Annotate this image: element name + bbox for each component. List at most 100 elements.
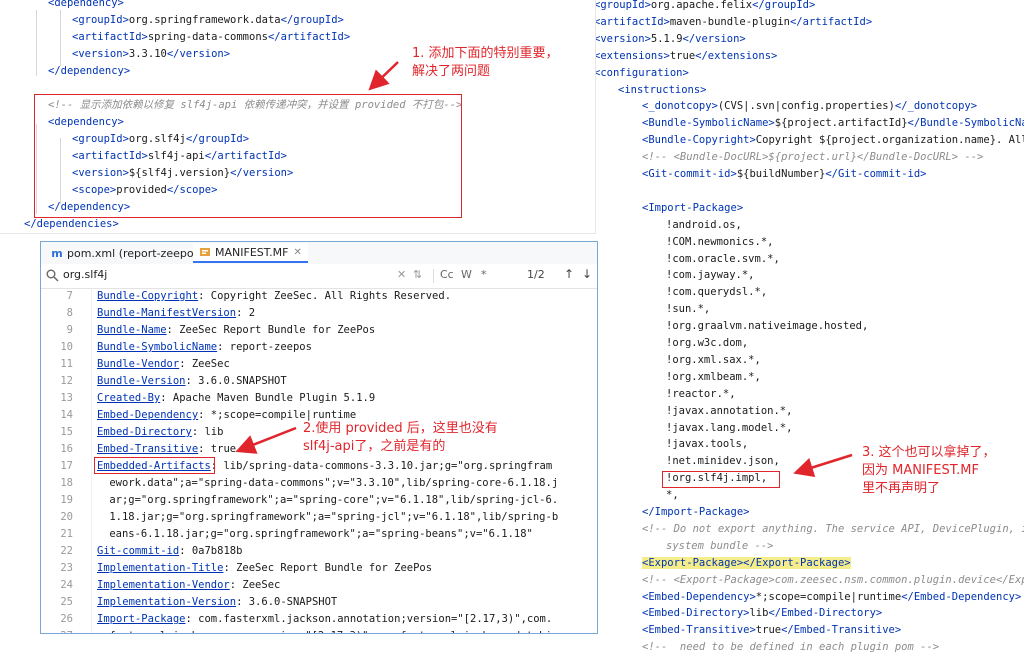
xml-text: <Export-Package></Export-Package>: [642, 556, 851, 569]
line-number: 26: [60, 613, 73, 625]
code-line: !org.graalvm.nativeimage.hosted,: [666, 318, 868, 335]
manifest-value: ZeeSec: [236, 579, 281, 591]
code-line: <Embed-Transitive>true</Embed-Transitive…: [642, 622, 901, 639]
xml-tag: <Import-Package>: [642, 201, 744, 214]
xml-tag: </Embed-Directory>: [768, 607, 883, 620]
xml-text: !org.xml.sax.*,: [666, 353, 761, 366]
manifest-line: Bundle-Version: 3.6.0.SNAPSHOT: [97, 373, 287, 390]
arrow-up-icon[interactable]: ↑: [564, 267, 574, 281]
xml-tag: <version>: [594, 32, 651, 45]
manifest-key: Embed-Transitive: [97, 443, 199, 455]
code-line: !net.minidev.json,: [666, 453, 780, 470]
arrow-down-icon[interactable]: ↓: [582, 267, 592, 281]
xml-tag: </artifactId>: [789, 15, 873, 28]
code-line: !com.jayway.*,: [666, 267, 755, 284]
manifest-value: 2: [242, 307, 256, 319]
code-line: <artifactId>spring-data-commons</artifac…: [72, 29, 350, 46]
annotation-2: 2.使用 provided 后，这里也没有 slf4j-api了，之前是有的: [303, 421, 498, 454]
tab-manifest-mf[interactable]: MANIFEST.MF ✕: [193, 243, 308, 263]
xml-text: !org.w3c.dom,: [666, 337, 749, 349]
code-line: !org.w3c.dom,: [666, 335, 748, 352]
indent-guide: [60, 10, 61, 66]
replace-toggle-icon[interactable]: ⇅: [413, 268, 422, 281]
regex-button[interactable]: *: [481, 268, 487, 281]
code-line: <version>3.3.10</version>: [72, 46, 230, 63]
xml-tag: </extensions>: [695, 49, 778, 62]
manifest-line: Embed-Transitive: true: [97, 441, 236, 458]
match-case-button[interactable]: Cc: [440, 268, 454, 281]
find-bar-divider: [433, 269, 434, 283]
top-left-pom-xml-panel: <dependency> <groupId>org.springframework…: [0, 0, 596, 234]
xml-text: org.springframework.data: [128, 14, 281, 26]
code-line: *,: [666, 487, 679, 504]
xml-tag: <dependency>: [48, 0, 124, 9]
code-line: <!-- need to be defined in each plugin p…: [642, 639, 939, 656]
code-line: <Export-Package></Export-Package>: [642, 555, 851, 572]
xml-tag: </Git-commit-id>: [825, 168, 927, 180]
manifest-line: ework.data";a="spring-data-commons";v="3…: [103, 475, 558, 492]
line-number: 25: [60, 596, 73, 608]
manifest-key: Implementation-Vendor: [97, 579, 230, 591]
whole-word-button[interactable]: W: [461, 268, 472, 281]
xml-tag: <instructions>: [618, 83, 707, 96]
line-number: 18: [60, 477, 73, 489]
manifest-key: Embed-Dependency: [97, 409, 199, 421]
clear-search-icon[interactable]: ✕: [397, 268, 406, 281]
manifest-line: Embed-Directory: lib: [97, 424, 223, 441]
xml-text: !com.jayway.*,: [666, 269, 755, 282]
line-number: 16: [60, 443, 73, 455]
xml-text: *,: [666, 489, 679, 502]
line-number: 22: [60, 545, 73, 557]
manifest-line: 1.18.jar;g="org.springframework";a="spri…: [103, 509, 558, 526]
xml-text: maven-bundle-plugin: [669, 15, 790, 28]
xml-text: true: [669, 49, 696, 62]
xml-comment: <!-- <Export-Package>com.zeesec.nsm.comm…: [642, 573, 1024, 586]
code-line: !sun.*,: [666, 301, 710, 318]
code-line: !com.querydsl.*,: [666, 284, 767, 301]
xml-tag: </Import-Package>: [642, 506, 750, 518]
xml-tag: </Embed-Transitive>: [781, 624, 902, 637]
manifest-value: fasterxml.jackson.core;version="[2.17,3)…: [103, 630, 558, 633]
xml-text: *;scope=compile|runtime: [755, 590, 902, 603]
manifest-key: Bundle-ManifestVersion: [97, 307, 237, 319]
code-line: <version>5.1.9</version>: [594, 31, 746, 48]
manifest-value: lib/spring-data-commons-3.3.10.jar;g="or…: [217, 460, 553, 472]
highlight-box-slf4j-impl: [662, 471, 780, 488]
manifest-value: Apache Maven Bundle Plugin 5.1.9: [166, 392, 376, 404]
search-input[interactable]: org.slf4j: [63, 268, 107, 281]
code-line: <Embed-Dependency>*;scope=compile|runtim…: [642, 589, 1021, 606]
line-number: 27: [41, 628, 83, 633]
xml-text: !org.xmlbeam.*,: [666, 370, 761, 383]
xml-text: !javax.annotation.*,: [666, 404, 793, 417]
find-bar: org.slf4j ✕ ⇅ Cc W * 1/2 ↑ ↓: [41, 264, 597, 289]
xml-tag: <Git-commit-id>: [642, 168, 737, 180]
manifest-key: Bundle-SymbolicName: [97, 341, 218, 353]
manifest-value: eans-6.1.18.jar;g="org.springframework";…: [103, 528, 533, 540]
xml-tag: <Embed-Dependency>: [642, 590, 756, 603]
xml-text: !com.querydsl.*,: [666, 286, 768, 299]
line-number: 9: [66, 324, 73, 336]
xml-text: spring-data-commons: [147, 31, 268, 43]
manifest-key: Bundle-Vendor: [97, 358, 180, 370]
close-icon[interactable]: ✕: [293, 247, 301, 258]
xml-text: ${project.artifactId}: [774, 117, 908, 130]
manifest-value: Copyright ZeeSec. All Rights Reserved.: [204, 290, 452, 302]
code-line: </dependencies>: [24, 216, 119, 233]
manifest-key: Embed-Directory: [97, 426, 192, 438]
line-number: 7: [66, 290, 73, 302]
code-line: !android.os,: [666, 217, 742, 234]
code-line: system bundle -->: [666, 538, 773, 555]
code-line: <extensions>true</extensions>: [594, 48, 777, 65]
xml-tag: <configuration>: [594, 66, 689, 79]
line-number: 19: [60, 494, 73, 506]
code-line: <!-- <Bundle-DocURL>${project.url}</Bund…: [642, 149, 983, 166]
xml-text: (CVS|.svn|config.properties): [717, 100, 895, 113]
annotation-3: 3. 这个也可以拿掉了， 因为 MANIFEST.MF 里不再声明了: [862, 445, 996, 496]
xml-tag: </version>: [166, 48, 231, 60]
xml-text: !android.os,: [666, 218, 742, 231]
manifest-value: com.fasterxml.jackson.annotation;version…: [191, 613, 553, 625]
manifest-line: Bundle-Copyright: Copyright ZeeSec. All …: [97, 288, 451, 305]
line-number: 20: [60, 511, 73, 523]
xml-tag: </version>: [682, 32, 746, 45]
manifest-line: Bundle-ManifestVersion: 2: [97, 305, 255, 322]
